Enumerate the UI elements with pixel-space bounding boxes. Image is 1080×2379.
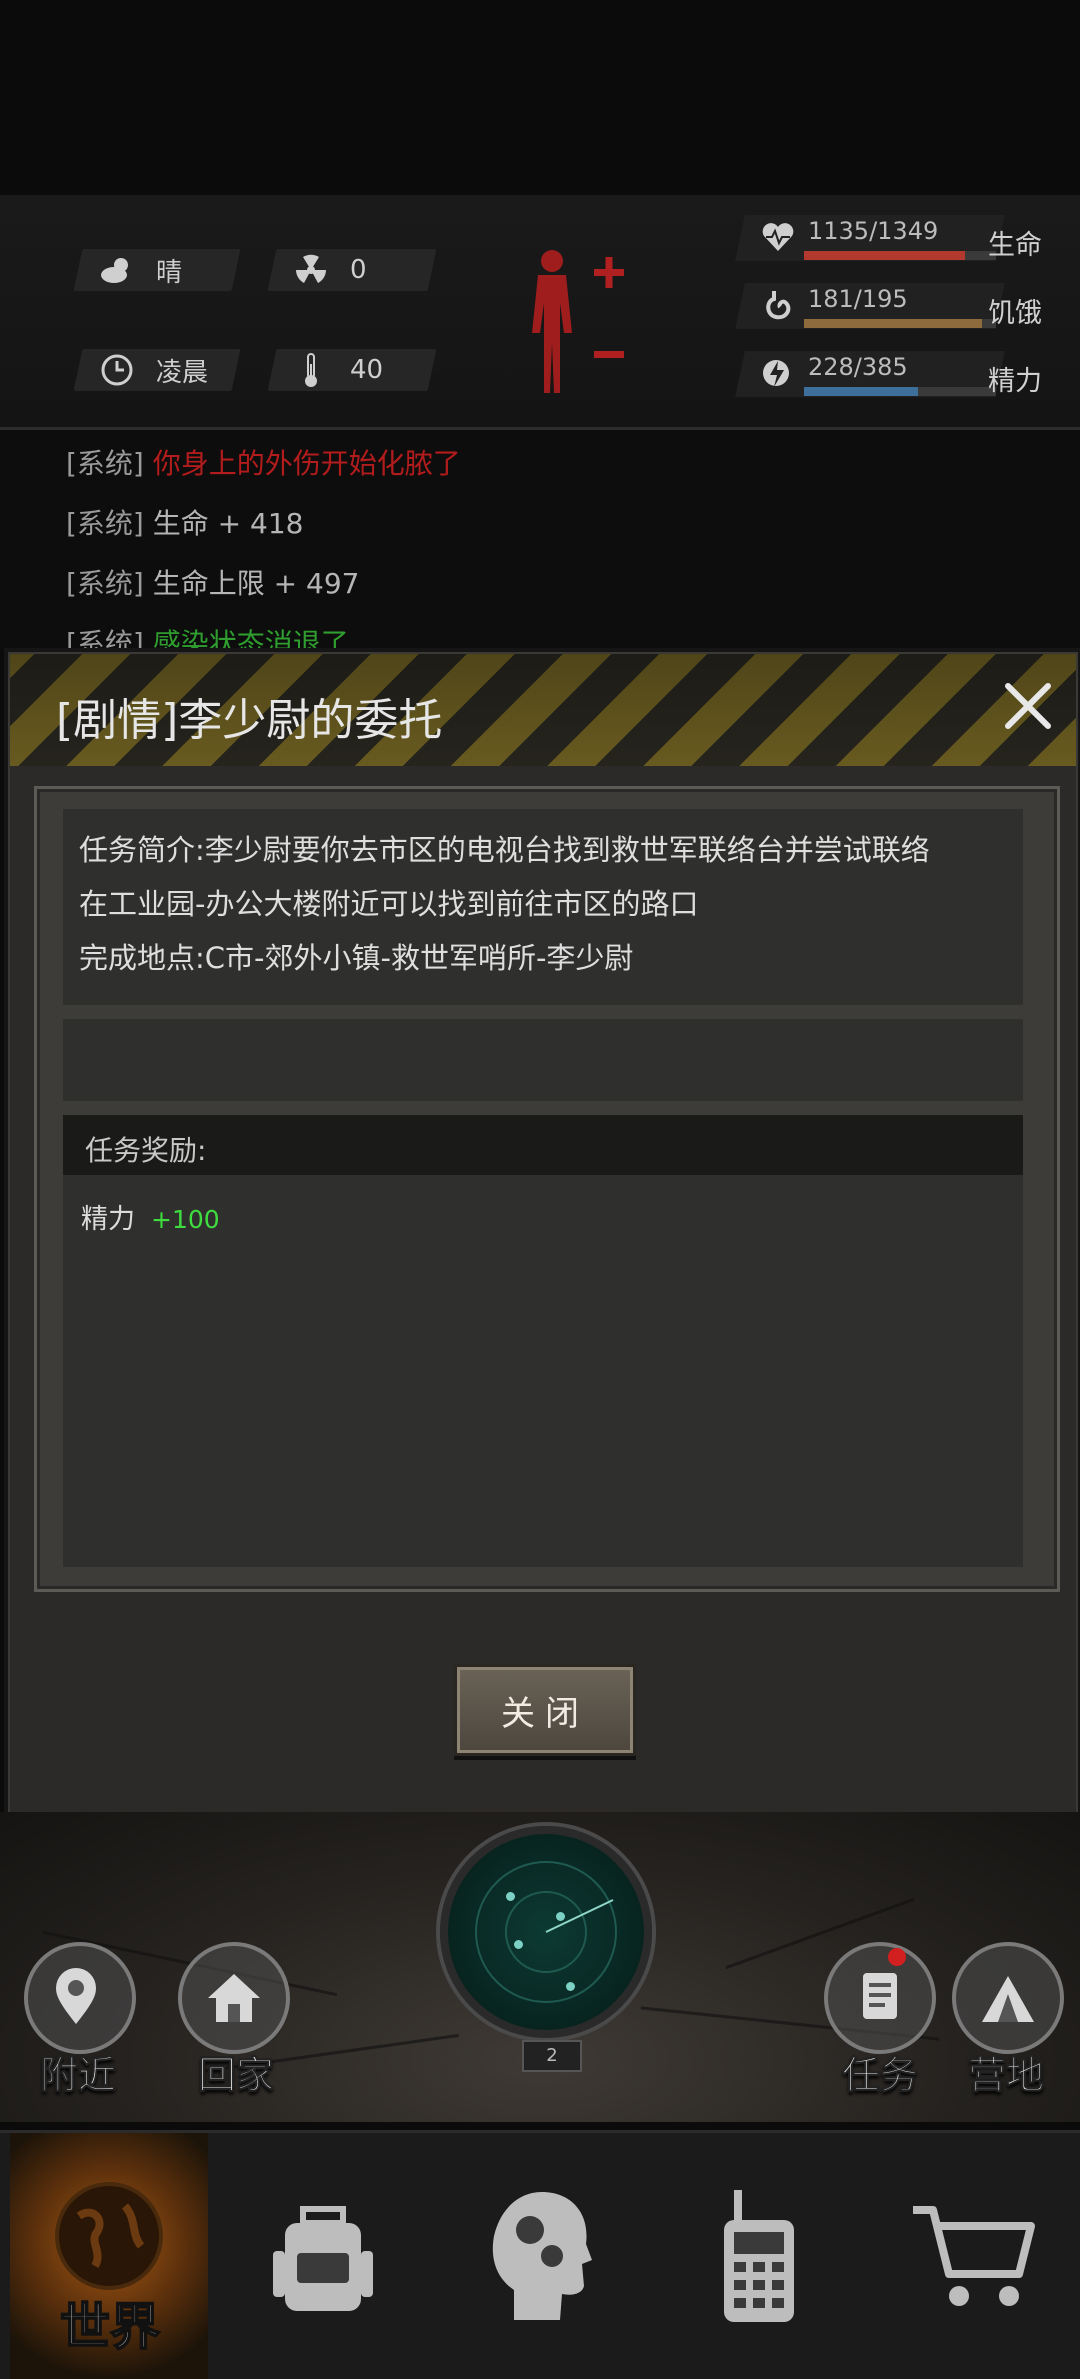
close-button[interactable]: 关闭 [454,1664,636,1756]
reward-item: 精力 +100 [81,1197,220,1236]
weather-text: 晴 [156,257,183,288]
scene-view: 2 附近 回家 任务 营地 [0,1812,1080,2122]
tab-radio[interactable] [650,2133,868,2379]
backpack-icon [273,2206,373,2311]
dialog-title: [剧情]李少尉的委托 [56,695,443,746]
radar-button[interactable]: 2 [440,1826,652,2072]
status-panel: 晴 0 凌晨 40 1135/1349 生命 181/195 饥饿 228/38… [0,195,1080,430]
cart-icon [913,2206,1035,2306]
tab-shop[interactable] [868,2133,1080,2379]
quest-content-box: 任务简介:李少尉要你去市区的电视台找到救世军联络台并尝试联络 在工业园-办公大楼… [34,786,1060,1592]
health-label: 生命 [988,230,1042,261]
scroll-icon [863,1973,897,2019]
radiation-value: 0 [350,255,367,285]
time-text: 凌晨 [156,357,209,388]
head-gears-icon [492,2192,592,2320]
tab-inventory[interactable] [214,2133,432,2379]
hunger-bar[interactable]: 181/195 饥饿 [735,277,1080,335]
log-line: [系统] 你身上的外伤开始化脓了 [66,447,461,480]
quest-intro-text: 任务简介:李少尉要你去市区的电视台找到救世军联络台并尝试联络 [79,833,930,867]
quest-location-text: 完成地点:C市-郊外小镇-救世军哨所-李少尉 [79,941,634,975]
log-line: [系统] 生命 + 418 [66,507,304,540]
home-label: 回家 [197,2053,275,2098]
home-icon [208,1974,260,2022]
radar-level: 2 [522,2040,582,2072]
camp-button[interactable] [952,1942,1064,2054]
energy-bar[interactable]: 228/385 精力 [735,345,1080,403]
temperature-chip[interactable]: 40 [267,349,437,391]
quest-reward-panel: 任务奖励: 精力 +100 [63,1115,1023,1567]
close-icon[interactable] [1000,678,1056,734]
time-chip[interactable]: 凌晨 [73,349,241,391]
body-figure-icon [532,250,624,393]
globe-icon [55,2182,163,2290]
reward-header: 任务奖励: [63,1115,1023,1175]
hunger-value: 181/195 [808,285,908,313]
cloud-sun-icon [98,251,136,289]
health-bar[interactable]: 1135/1349 生命 [735,209,1080,267]
hunger-label: 饥饿 [988,298,1042,329]
temperature-value: 40 [350,355,384,385]
clock-icon [98,351,136,389]
reward-name: 精力 [81,1204,135,1235]
radiation-chip[interactable]: 0 [267,249,437,291]
radiation-icon [292,251,330,289]
energy-icon [763,360,789,387]
walkie-talkie-icon [724,2190,794,2322]
quest-dialog: [剧情]李少尉的委托 任务简介:李少尉要你去市区的电视台找到救世军联络台并尝试联… [8,652,1078,1816]
tent-icon [982,1976,1034,2022]
body-status-button[interactable] [520,243,630,403]
quest-extra-panel [63,1019,1023,1101]
quest-label: 任务 [841,2053,919,2098]
heart-pulse-icon [762,223,794,251]
camp-label: 营地 [967,2053,1045,2098]
energy-value: 228/385 [808,353,908,381]
system-log[interactable]: [系统] 你身上的外伤开始化脓了 [系统] 生命 + 418 [系统] 生命上限… [0,430,1080,660]
health-value: 1135/1349 [808,217,939,245]
nearby-button[interactable] [24,1942,136,2054]
radar-icon [475,1861,617,2003]
notification-dot [888,1948,906,1966]
home-button[interactable] [178,1942,290,2054]
thermometer-icon [292,351,330,389]
location-pin-icon [56,1968,96,2024]
dialog-header: [剧情]李少尉的委托 [10,654,1076,766]
weather-chip[interactable]: 晴 [73,249,241,291]
tab-world[interactable]: 世界 [10,2133,208,2379]
bottom-nav: 世界 [0,2130,1080,2379]
reward-title: 任务奖励: [85,1134,207,1167]
nearby-label: 附近 [39,2053,117,2098]
energy-label: 精力 [988,366,1042,397]
quest-hint-text: 在工业园-办公大楼附近可以找到前往市区的路口 [79,887,699,921]
tab-skills[interactable] [432,2133,650,2379]
stomach-icon [766,291,791,320]
log-line: [系统] 生命上限 + 497 [66,567,360,600]
tab-world-label: 世界 [59,2297,161,2357]
quest-button[interactable] [824,1942,936,2054]
quest-description-panel: 任务简介:李少尉要你去市区的电视台找到救世军联络台并尝试联络 在工业园-办公大楼… [63,809,1023,1005]
reward-value: +100 [151,1205,220,1234]
